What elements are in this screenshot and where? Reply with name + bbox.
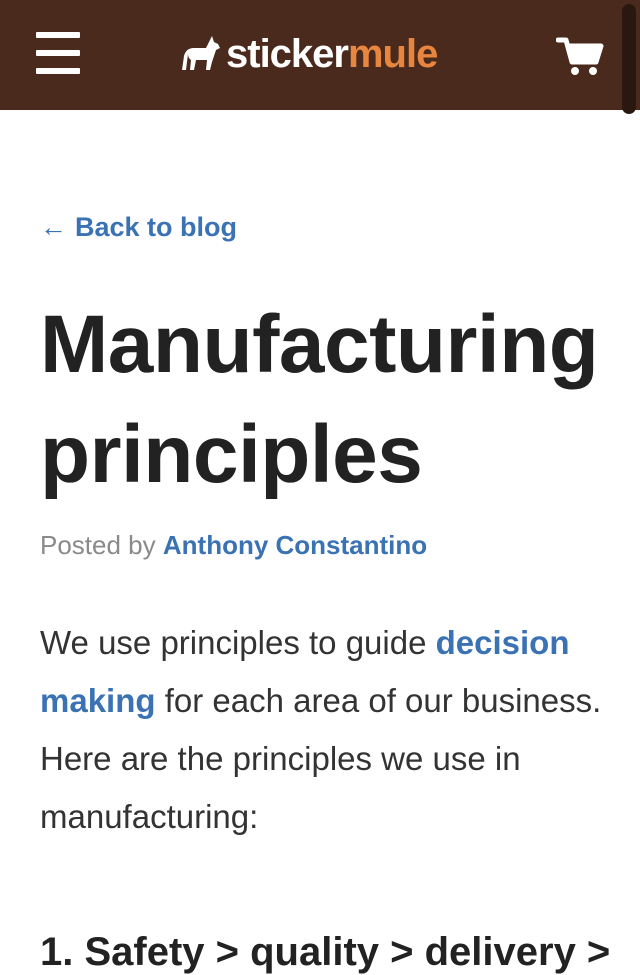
shopping-cart-icon[interactable] — [555, 36, 604, 78]
sticker-mule-logo[interactable]: stickermule — [180, 30, 438, 78]
byline-prefix: Posted by — [40, 530, 156, 560]
section-heading: 1. Safety > quality > delivery > — [40, 930, 611, 974]
logo-text-mule: mule — [347, 32, 438, 76]
back-to-blog-label: Back to blog — [75, 212, 238, 242]
intro-paragraph: We use principles to guide decision maki… — [40, 614, 612, 846]
byline: Posted by Anthony Constantino — [40, 530, 427, 561]
left-arrow-icon: ← — [40, 212, 67, 242]
site-header: stickermule — [0, 0, 640, 114]
page-title: Manufacturing principles — [40, 299, 599, 500]
scrollbar-thumb[interactable] — [622, 4, 636, 114]
hamburger-menu-icon[interactable] — [36, 32, 82, 74]
back-to-blog-link[interactable]: ← Back to blog — [40, 212, 237, 243]
intro-text-before: We use principles to guide — [40, 624, 427, 661]
author-link[interactable]: Anthony Constantino — [163, 530, 427, 560]
logo-text-sticker: sticker — [226, 32, 349, 76]
mule-logo-icon — [182, 36, 220, 70]
